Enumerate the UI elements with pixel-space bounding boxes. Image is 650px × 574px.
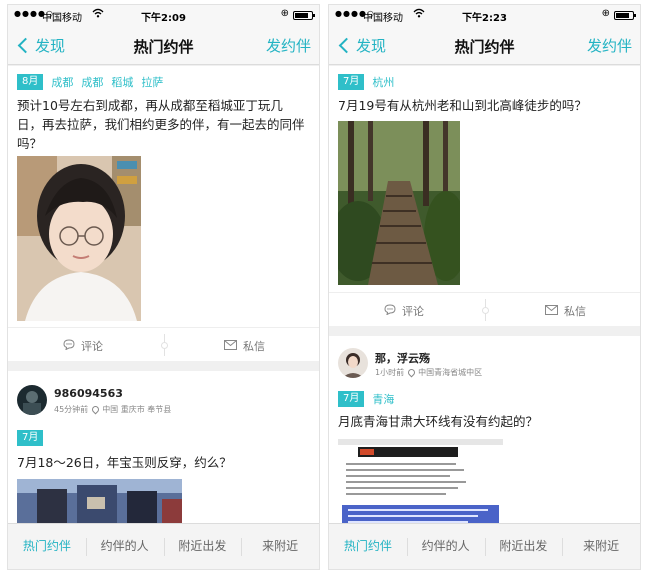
post-card[interactable]: 986094563 45分钟前 中国 重庆市 奉节县 7月 7月18～26日，年… bbox=[8, 371, 319, 524]
message-button[interactable]: 私信 bbox=[545, 303, 586, 319]
post-location: 中国青海省城中区 bbox=[418, 368, 483, 377]
city-tag[interactable]: 杭州 bbox=[372, 74, 394, 90]
status-time: 下午2:23 bbox=[462, 13, 507, 24]
nav-bar: 发现 热门约伴 发约伴 bbox=[329, 25, 640, 65]
city-tag[interactable]: 拉萨 bbox=[141, 74, 163, 90]
comment-button[interactable]: 评论 bbox=[63, 338, 103, 354]
post-card[interactable]: 8月 成都 成都 稻城 拉萨 预计10号左右到成都，再从成都至稻城亚丁玩几日，再… bbox=[8, 66, 319, 361]
post-companion-button[interactable]: 发约伴 bbox=[587, 35, 632, 56]
tab-bar: 热门约伴 约伴的人 附近出发 来附近 bbox=[8, 523, 319, 569]
post-tags: 8月 成都 成都 稻城 拉萨 bbox=[17, 73, 171, 90]
username: 986094563 bbox=[54, 387, 123, 400]
avatar[interactable] bbox=[17, 385, 47, 415]
post-text: 预计10号左右到成都，再从成都至稻城亚丁玩几日，再去拉萨，我们相约更多的伴，有一… bbox=[17, 98, 305, 151]
post-meta: 1小时前 中国青海省城中区 bbox=[375, 367, 482, 378]
username: 那，浮云殇 bbox=[375, 352, 430, 365]
rotation-lock-icon: ⊕ bbox=[601, 8, 610, 19]
post-actions: 评论 私信 bbox=[8, 327, 319, 361]
post-card[interactable]: 那，浮云殇 1小时前 中国青海省城中区 7月 青海 月底青海甘肃大环线有没有约起… bbox=[329, 336, 640, 524]
comment-icon bbox=[63, 339, 75, 353]
phone-screen-right: ●●●●○ 中国移动 下午2:23 ⊕ 发现 热门约伴 发约伴 7月 杭州 7月… bbox=[328, 4, 641, 570]
post-text: 7月19号有从杭州老和山到北高峰徒步的吗？ bbox=[338, 98, 587, 113]
avatar[interactable] bbox=[338, 348, 368, 378]
post-time: 1小时前 bbox=[375, 368, 405, 377]
status-bar: ●●●●○ 中国移动 下午2:23 ⊕ bbox=[329, 5, 640, 25]
post-tags: 7月 bbox=[17, 429, 51, 446]
post-photo[interactable] bbox=[17, 156, 141, 321]
nav-bar: 发现 热门约伴 发约伴 bbox=[8, 25, 319, 65]
battery-icon bbox=[293, 11, 315, 20]
comment-icon bbox=[384, 304, 396, 318]
tab-people[interactable]: 约伴的人 bbox=[85, 524, 164, 569]
phone-screen-left: ●●●●○ 中国移动 下午2:09 ⊕ 发现 热门约伴 发约伴 8月 成都 成都… bbox=[7, 4, 320, 570]
tab-nearby-departure[interactable]: 附近出发 bbox=[163, 524, 242, 569]
tab-come-nearby[interactable]: 来附近 bbox=[562, 524, 640, 569]
feed[interactable]: 7月 杭州 7月19号有从杭州老和山到北高峰徒步的吗？ 评论 私信 那，浮云殇 … bbox=[329, 66, 640, 524]
post-tags: 7月 杭州 bbox=[338, 73, 402, 90]
tab-hot[interactable]: 热门约伴 bbox=[329, 524, 407, 569]
post-text: 7月18～26日，年宝玉则反穿，约么？ bbox=[17, 455, 232, 470]
post-meta: 45分钟前 中国 重庆市 奉节县 bbox=[54, 404, 171, 415]
post-actions: 评论 私信 bbox=[329, 292, 640, 326]
tab-bar: 热门约伴 约伴的人 附近出发 来附近 bbox=[329, 523, 640, 569]
post-tags: 7月 青海 bbox=[338, 390, 402, 407]
mail-icon bbox=[224, 339, 237, 353]
location-pin-icon bbox=[406, 367, 417, 378]
battery-icon bbox=[614, 11, 636, 20]
comment-label: 评论 bbox=[81, 340, 103, 353]
post-photo[interactable] bbox=[330, 121, 468, 285]
tab-hot[interactable]: 热门约伴 bbox=[8, 524, 86, 569]
post-photo[interactable] bbox=[338, 439, 503, 524]
post-card[interactable]: 7月 杭州 7月19号有从杭州老和山到北高峰徒步的吗？ 评论 私信 bbox=[329, 66, 640, 326]
post-text: 月底青海甘肃大环线有没有约起的？ bbox=[338, 414, 539, 429]
status-bar: ●●●●○ 中国移动 下午2:09 ⊕ bbox=[8, 5, 319, 25]
month-tag: 7月 bbox=[338, 73, 365, 90]
status-time: 下午2:09 bbox=[141, 13, 186, 24]
rotation-lock-icon: ⊕ bbox=[280, 8, 289, 19]
month-tag: 7月 bbox=[338, 390, 365, 407]
month-tag: 7月 bbox=[17, 429, 44, 446]
tab-people[interactable]: 约伴的人 bbox=[406, 524, 485, 569]
mail-icon bbox=[545, 304, 558, 318]
actions-divider bbox=[160, 334, 168, 356]
month-tag: 8月 bbox=[17, 73, 44, 90]
city-tag[interactable]: 成都 bbox=[81, 74, 103, 90]
tab-nearby-departure[interactable]: 附近出发 bbox=[484, 524, 563, 569]
city-tag[interactable]: 青海 bbox=[372, 391, 394, 407]
tab-come-nearby[interactable]: 来附近 bbox=[241, 524, 319, 569]
city-tag[interactable]: 稻城 bbox=[111, 74, 133, 90]
comment-label: 评论 bbox=[402, 305, 424, 318]
message-button[interactable]: 私信 bbox=[224, 338, 265, 354]
message-label: 私信 bbox=[564, 305, 586, 318]
location-pin-icon bbox=[90, 404, 101, 415]
city-tag[interactable]: 成都 bbox=[51, 74, 73, 90]
feed[interactable]: 8月 成都 成都 稻城 拉萨 预计10号左右到成都，再从成都至稻城亚丁玩几日，再… bbox=[8, 66, 319, 524]
actions-divider bbox=[481, 299, 489, 321]
post-time: 45分钟前 bbox=[54, 405, 89, 414]
post-photo[interactable] bbox=[17, 479, 182, 524]
post-companion-button[interactable]: 发约伴 bbox=[266, 35, 311, 56]
comment-button[interactable]: 评论 bbox=[384, 303, 424, 319]
message-label: 私信 bbox=[243, 340, 265, 353]
post-location: 中国 重庆市 奉节县 bbox=[102, 405, 172, 414]
